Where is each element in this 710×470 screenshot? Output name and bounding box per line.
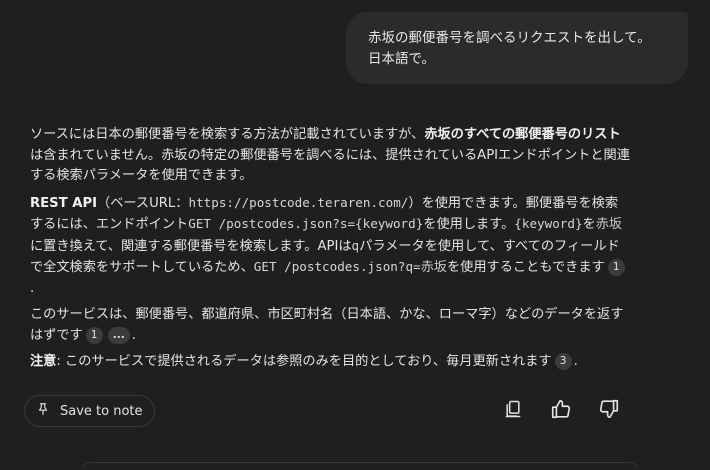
pin-icon [36, 402, 50, 420]
user-message-bubble: 赤坂の郵便番号を調べるリクエストを出して。 日本語で。 [346, 12, 688, 84]
answer-text: : このサービスで提供されるデータは参照のみを目的としており、毎月更新されます [56, 354, 552, 369]
inline-code-q: q [351, 237, 360, 253]
citation-chip-1[interactable]: 1 [607, 259, 625, 276]
copy-button[interactable] [499, 397, 527, 425]
answer-paragraph-4: 注意: このサービスで提供されるデータは参照のみを目的としており、毎月更新されま… [30, 352, 630, 373]
inline-code-keyword: {keyword} [514, 216, 583, 231]
answer-bold-text: 赤坂のすべての郵便番号のリスト [424, 127, 621, 142]
answer-paragraph-1: ソースには日本の郵便番号を検索する方法が記載されていますが、赤坂のすべての郵便番… [30, 125, 630, 187]
answer-text: . [30, 280, 35, 296]
thumbs-up-icon [550, 398, 572, 424]
answer-text: （ベースURL： [97, 195, 189, 211]
answer-bold-text: REST API [30, 195, 98, 211]
assistant-answer: ソースには日本の郵便番号を検索する方法が記載されていますが、赤坂のすべての郵便番… [30, 125, 630, 379]
answer-text: に置き換えて、関連する郵便番号を検索します。APIは [30, 238, 352, 254]
inline-code-endpoint-s: GET /postcodes.json?s={keyword} [188, 216, 424, 231]
answer-text: は含まれていません。赤坂の特定の郵便番号を調べるには、提供されているAPIエンド… [30, 147, 630, 184]
inline-term-akasaka: 赤坂 [595, 217, 623, 232]
input-area-edge [80, 462, 640, 470]
thumbs-down-button[interactable] [595, 397, 623, 425]
inline-code-base-url: https://postcode.teraren.com/ [188, 194, 409, 210]
note-label: 注意 [30, 354, 57, 369]
answer-text: . [573, 354, 578, 369]
inline-code-endpoint-q: GET /postcodes.json?q= [253, 259, 421, 274]
thumbs-up-button[interactable] [547, 397, 575, 425]
answer-paragraph-2: REST API（ベースURL：https://postcode.teraren… [30, 193, 630, 300]
inline-term-akasaka: 赤坂 [420, 260, 447, 275]
answer-paragraph-3: このサービスは、郵便番号、都道府県、市区町村名（日本語、かな、ローマ字）などのデ… [30, 305, 630, 346]
answer-text: を使用することもできます [446, 260, 605, 275]
copy-icon [503, 399, 523, 423]
citation-chip-1[interactable]: 1 [85, 326, 103, 344]
answer-text: . [131, 327, 136, 343]
answer-text: を使用します。 [423, 217, 515, 232]
answer-text: を [582, 217, 596, 232]
answer-text: ソースには日本の郵便番号を検索する方法が記載されていますが、 [30, 127, 425, 142]
save-to-note-button[interactable]: Save to note [24, 395, 155, 427]
user-message-line-2: 日本語で。 [368, 51, 435, 67]
response-toolbar: Save to note [24, 395, 644, 429]
citation-chip-3[interactable]: 3 [554, 353, 572, 370]
save-to-note-label: Save to note [60, 403, 143, 419]
thumbs-down-icon [598, 398, 620, 424]
user-message-line-1: 赤坂の郵便番号を調べるリクエストを出して。 [368, 30, 651, 46]
citation-more-chip[interactable]: ... [107, 326, 130, 344]
